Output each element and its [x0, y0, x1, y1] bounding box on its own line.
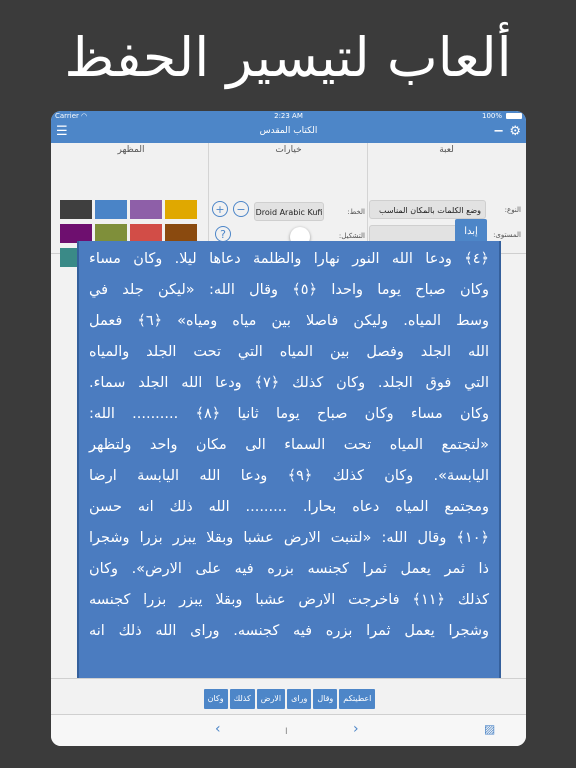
navigation-bar: ☰ الكتاب المقدس − ⚙: [51, 122, 526, 143]
passage-line: التي فوق الجلد. وكان كذلك ﴿٧﴾ ودعا الله …: [89, 375, 490, 391]
page-title: الكتاب المقدس: [259, 126, 318, 136]
promo-headline: ألعاب لتيسير الحفظ: [64, 26, 512, 89]
color-swatch[interactable]: [165, 200, 197, 219]
passage-line: وشجرا يعمل ثمرا بزره فيه كجنسه. ورای الل…: [89, 623, 489, 639]
passage-line: الله الجلد وفصل بين المياه التي تحت الجل…: [89, 344, 489, 360]
passage-line: وسط المياه. وليكن فاصلا بين مياه ومياه» …: [89, 313, 489, 329]
color-swatch[interactable]: [95, 200, 127, 219]
help-button[interactable]: ?: [215, 226, 231, 242]
word-choices-bar: اعطيتكموقالورایالارضكذلكوكان: [51, 678, 526, 715]
game-type-field[interactable]: وضع الكلمات بالمكان المناسب: [369, 200, 486, 219]
word-choice-button[interactable]: وكان: [203, 689, 228, 709]
word-choice-button[interactable]: ورای: [287, 689, 312, 709]
minus-icon[interactable]: −: [493, 124, 504, 140]
level-label: المستوى:: [493, 231, 521, 239]
status-time: 2:23 AM: [274, 112, 303, 120]
passage-line: ومجتمع المياه دعاه بحارا. ......... الله…: [89, 499, 489, 515]
bottom-toolbar: ‹ I › ▨: [51, 714, 526, 746]
color-swatch[interactable]: [60, 200, 92, 219]
image-icon[interactable]: ▨: [484, 721, 495, 737]
increase-font-button[interactable]: +: [212, 201, 228, 217]
gear-icon[interactable]: ⚙: [509, 124, 521, 140]
passage-line: كذلك ﴿١١﴾ فاخرجت الارض عشبا وبقلا يبزر ب…: [89, 592, 489, 608]
appearance-title: المظهر: [117, 145, 145, 155]
battery-icon: [506, 113, 522, 119]
word-choice-button[interactable]: اعطيتكم: [339, 689, 376, 709]
passage-line: ﴿٤﴾ ودعا الله النور نهارا والظلمة دعاها …: [89, 251, 489, 267]
chevron-right-icon[interactable]: ›: [353, 721, 359, 737]
start-button[interactable]: إبدا: [455, 219, 487, 243]
passage-line: ﴿١٠﴾ وقال الله: «لتنبت الارض عشبا وبقلا …: [89, 530, 489, 546]
divider: [208, 143, 209, 253]
passage-line: اليابسة». وكان كذلك ﴿٩﴾ ودعا الله اليابس…: [89, 468, 489, 484]
divider: [367, 143, 368, 253]
word-choice-button[interactable]: كذلك: [229, 689, 255, 709]
word-choice-button[interactable]: وقال: [313, 689, 338, 709]
word-choices: اعطيتكموقالورایالارضكذلكوكان: [51, 686, 526, 709]
word-choice-button[interactable]: الارض: [256, 689, 286, 709]
chevron-left-icon[interactable]: ‹: [215, 721, 221, 737]
passage-line: ذا ثمر يعمل ثمرا كجنسه بزره فيه على الار…: [89, 561, 489, 577]
game-type-label: النوع:: [504, 206, 521, 214]
passage-line: وكان مساء وكان صباح يوما ثانيا ﴿٨﴾ .....…: [89, 406, 489, 422]
font-field[interactable]: Droid Arabic Kufi: [254, 202, 324, 221]
decrease-font-button[interactable]: −: [233, 201, 249, 217]
passage-line: «لتجتمع المياه تحت السماء الى مكان واحد …: [89, 437, 489, 453]
font-label: الخط:: [347, 208, 365, 216]
passage-text: ﴿٤﴾ ودعا الله النور نهارا والظلمة دعاها …: [79, 241, 499, 648]
options-title: خيارات: [275, 145, 302, 155]
status-bar: Carrier ◠ 2:23 AM 100%: [51, 111, 526, 122]
color-swatch[interactable]: [130, 200, 162, 219]
tashkeel-label: التشكيل:: [338, 232, 365, 240]
page-indicator: I: [285, 727, 288, 737]
battery-percent: 100%: [481, 112, 502, 120]
passage-text-area: ﴿٤﴾ ودعا الله النور نهارا والظلمة دعاها …: [77, 241, 501, 678]
passage-line: وكان صباح يوما واحدا ﴿٥﴾ وقال الله: «ليك…: [89, 282, 489, 298]
game-title: لعبة: [439, 145, 454, 155]
